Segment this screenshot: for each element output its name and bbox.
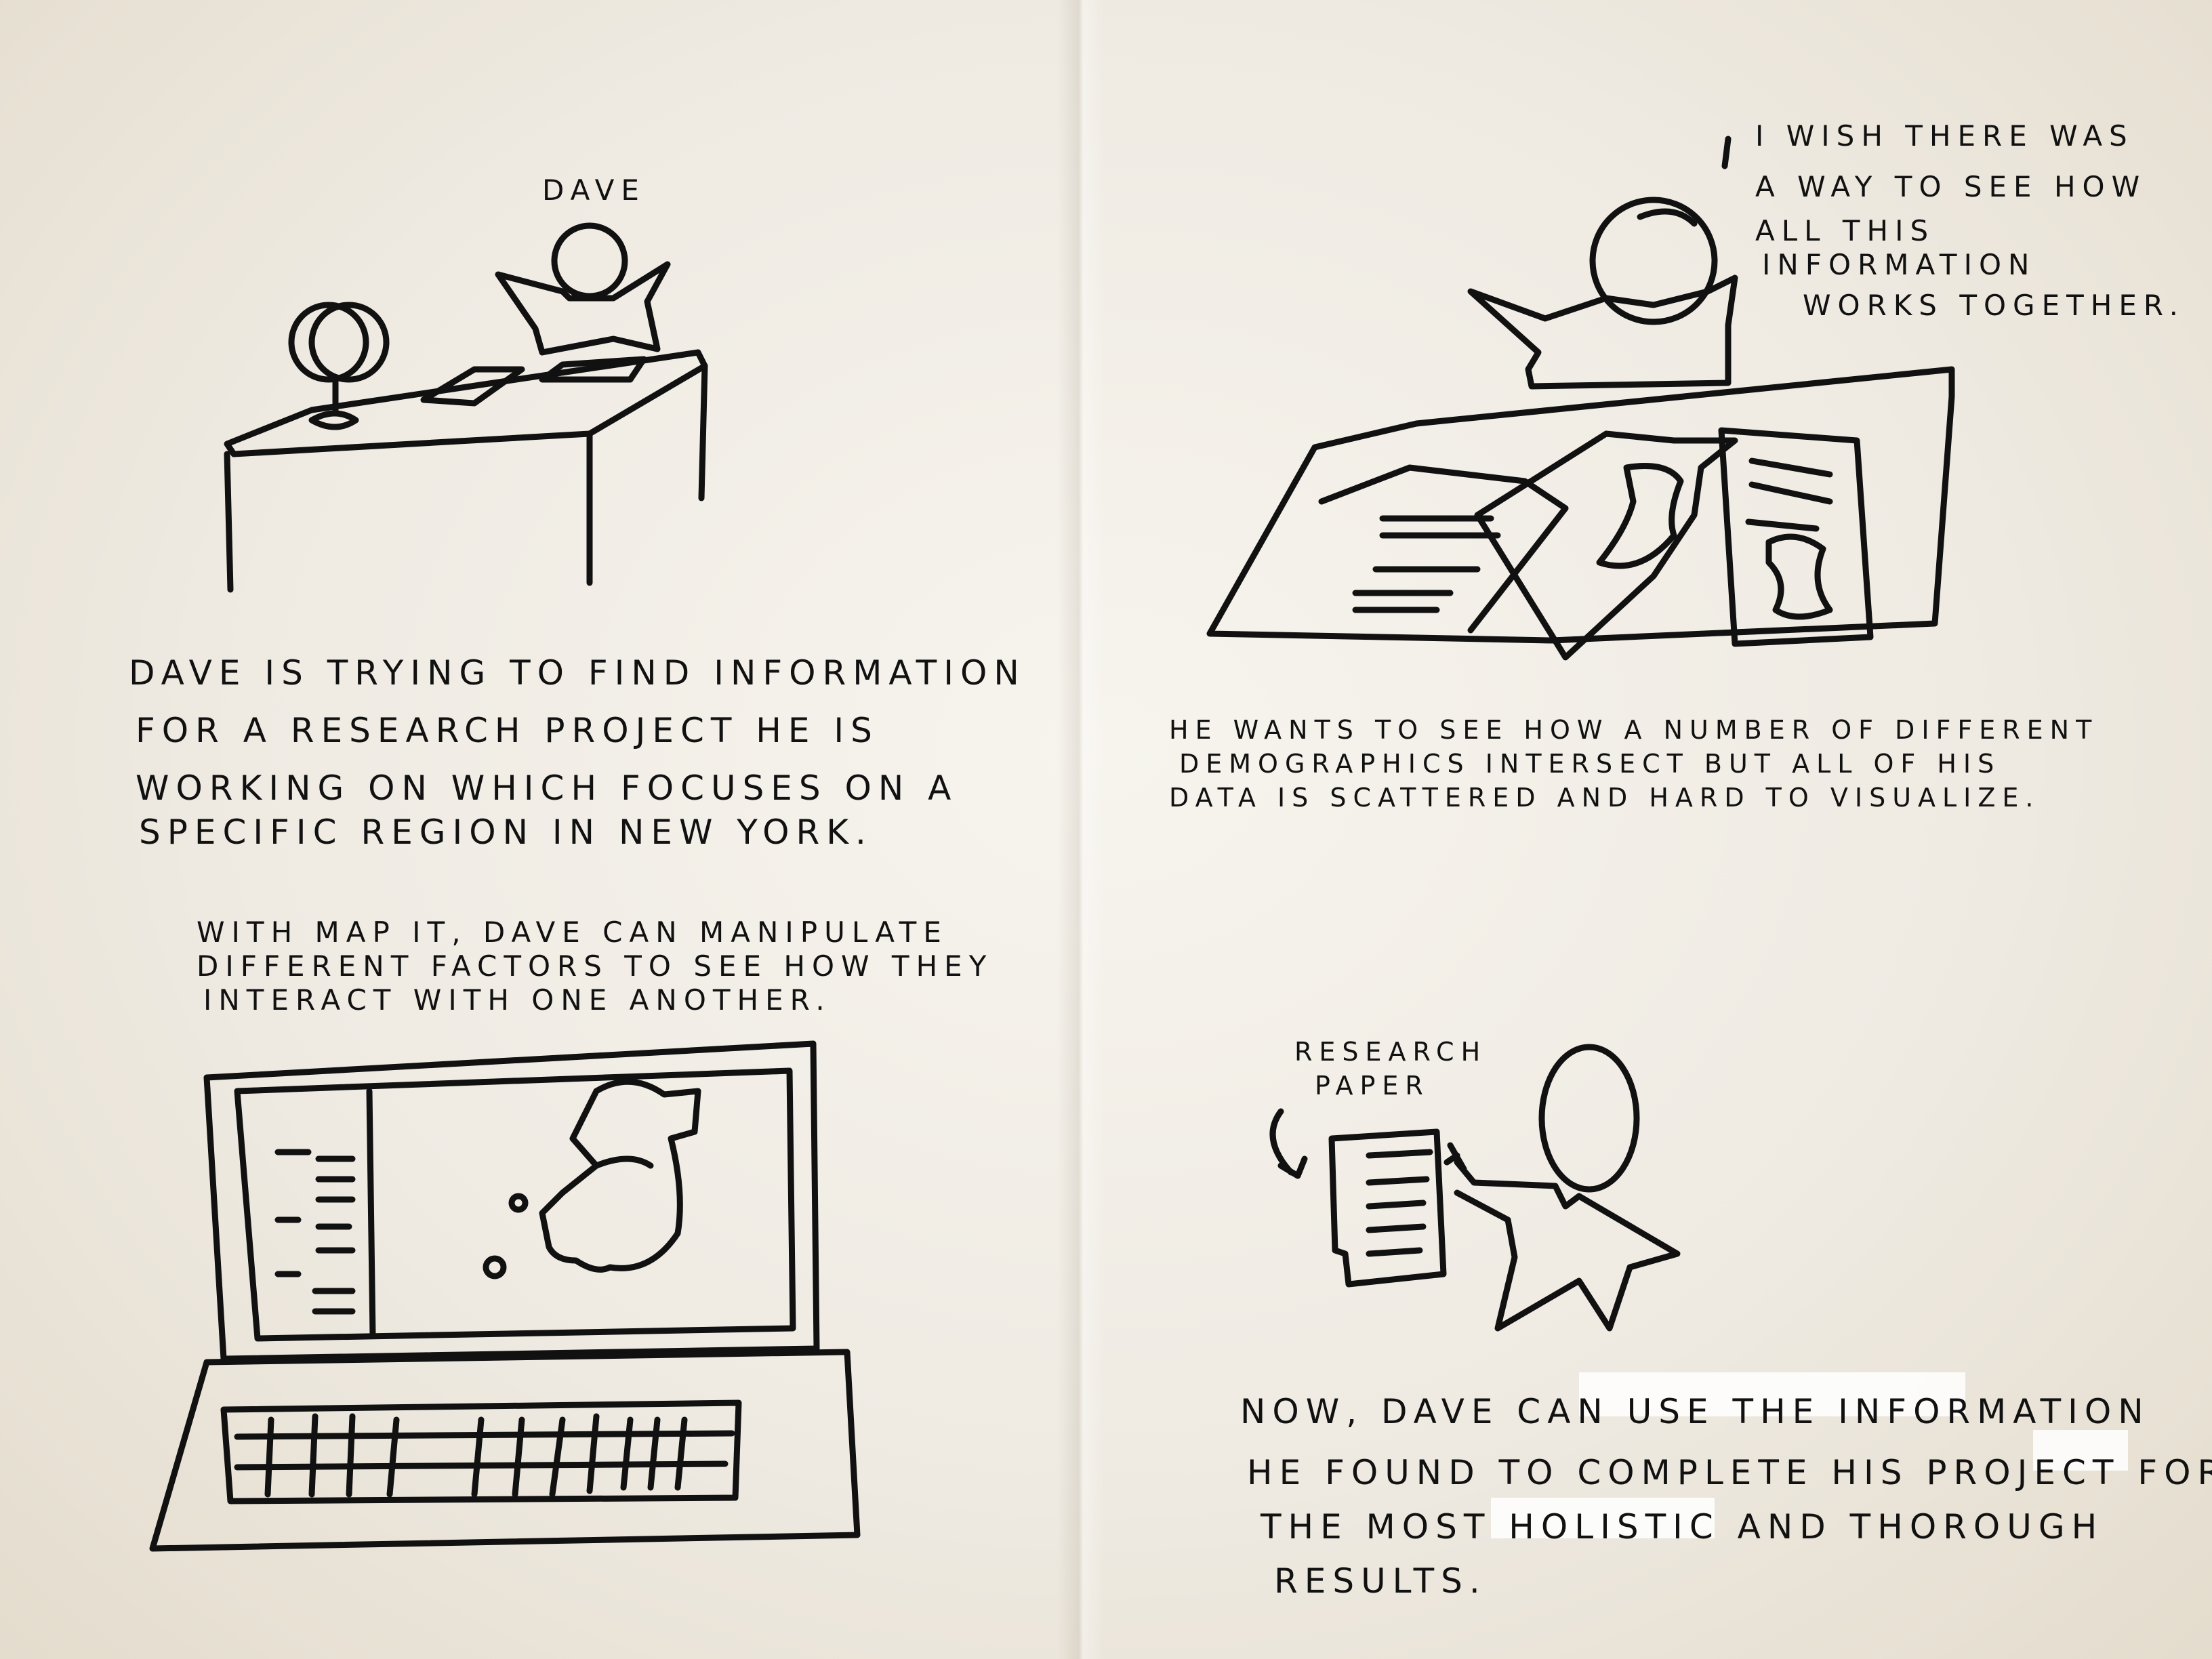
panel-1-desk-scene: [224, 222, 708, 593]
map-shape: [539, 1078, 701, 1273]
panel3-caption-line: DIFFERENT FACTORS TO SEE HOW THEY: [197, 949, 993, 983]
dave-head: [551, 222, 628, 300]
panel1-caption-line: SPECIFIC REGION IN NEW YORK.: [139, 813, 873, 852]
panel3-caption-line: INTERACT WITH ONE ANOTHER.: [203, 983, 832, 1017]
map-point: [483, 1255, 507, 1279]
dave-label: DAVE: [542, 173, 646, 207]
thought-line: A WAY TO SEE HOW: [1755, 170, 2146, 203]
panel1-caption-line: FOR A RESEARCH PROJECT HE IS: [136, 711, 879, 750]
globe-icon: [288, 302, 369, 383]
panel2-caption-line: DEMOGRAPHICS INTERSECT BUT ALL OF HIS: [1179, 749, 2001, 779]
panel1-caption-line: WORKING ON WHICH FOCUSES ON A: [136, 769, 958, 808]
thought-line: I WISH THERE WAS: [1755, 119, 2134, 152]
panel3-caption-line: WITH MAP IT, DAVE CAN MANIPULATE: [197, 916, 948, 949]
panel-3-map-it-laptop: [149, 1040, 861, 1552]
thought-tick: [1721, 136, 1732, 169]
storyboard-sketch: DAVE DAVE IS TRYING TO FIND INFORMATION …: [129, 119, 2212, 1601]
map-point: [508, 1193, 529, 1213]
paper-label: RESEARCH: [1294, 1037, 1487, 1067]
sidebar-divider: [366, 1088, 376, 1338]
dave-head: [1538, 1044, 1640, 1193]
paper-label: PAPER: [1315, 1071, 1430, 1101]
thought-line: INFORMATION: [1762, 248, 2036, 281]
dave-body: [495, 261, 671, 356]
panel1-caption-line: DAVE IS TRYING TO FIND INFORMATION: [129, 653, 1026, 693]
desk-surface: [1206, 366, 1955, 644]
laptop-base: [149, 1349, 861, 1552]
dave-body: [1454, 1159, 1681, 1332]
thought-line: WORKS TOGETHER.: [1803, 289, 2185, 322]
panel4-caption-line: THE MOST HOLISTIC AND THOROUGH: [1260, 1507, 2104, 1547]
panel4-caption-line: RESULTS.: [1274, 1561, 1487, 1601]
panel2-caption-line: DATA IS SCATTERED AND HARD TO VISUALIZE.: [1169, 783, 2041, 813]
thought-line: ALL THIS: [1755, 214, 1935, 247]
map-document: [1474, 430, 1738, 661]
document: [1318, 464, 1569, 634]
panel2-caption-line: HE WANTS TO SEE HOW A NUMBER OF DIFFEREN…: [1169, 715, 2098, 745]
panel4-caption-line: NOW, DAVE CAN USE THE INFORMATION: [1240, 1392, 2150, 1431]
globe-ring: [308, 302, 390, 383]
sketch-paper: DAVE DAVE IS TRYING TO FIND INFORMATION …: [0, 0, 2212, 1659]
panel4-caption-line: HE FOUND TO COMPLETE HIS PROJECT FOR: [1247, 1453, 2212, 1492]
